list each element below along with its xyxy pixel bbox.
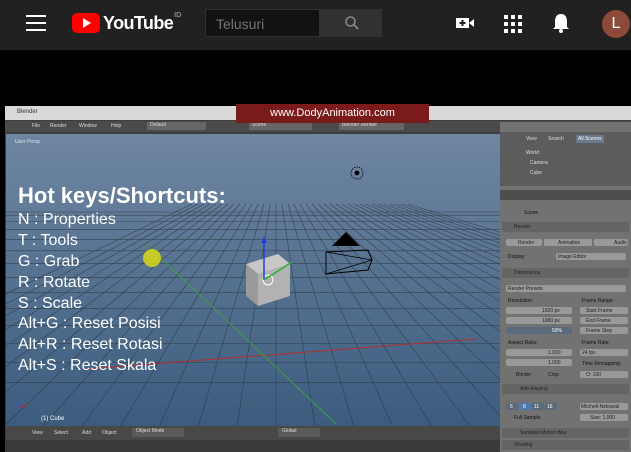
lamp-object[interactable]	[349, 165, 365, 181]
apps-icon[interactable]	[504, 15, 522, 33]
render-presets-select[interactable]: Render Presets	[506, 285, 626, 292]
grid-line	[371, 203, 500, 259]
animation-button[interactable]: Animation	[544, 239, 592, 246]
notifications-icon[interactable]	[552, 12, 570, 34]
end-frame-field[interactable]: End Frame	[580, 317, 628, 324]
display-label: Display:	[508, 254, 526, 260]
object-menu[interactable]: Object	[102, 430, 116, 436]
filter-size-field[interactable]: Size: 1.000	[580, 414, 628, 421]
axis-indicator-icon	[18, 398, 29, 409]
engine-select[interactable]: Blender Render	[339, 122, 404, 130]
view-menu[interactable]: View	[32, 430, 43, 436]
time-remapping-label: Time Remapping:	[582, 361, 622, 367]
menu-help[interactable]: Help	[111, 123, 121, 129]
youtube-logo-text: YouTube	[103, 12, 174, 33]
aspect-ratio-label: Aspect Ratio:	[508, 340, 538, 346]
resolution-x-field[interactable]: 1920 px	[506, 307, 572, 314]
shading-section[interactable]: Shading	[502, 440, 629, 450]
render-button[interactable]: Render	[506, 239, 542, 246]
cursor-highlight	[143, 249, 161, 267]
full-sample-checkbox[interactable]: Full Sample	[514, 415, 540, 421]
mode-select[interactable]: Object Mode	[132, 428, 184, 437]
scene-select[interactable]: Scene	[249, 122, 312, 130]
hotkey-line: G : Grab	[18, 253, 80, 270]
border-checkbox[interactable]: Border	[516, 372, 531, 378]
timeline-bar	[6, 440, 500, 452]
hotkey-line: N : Properties	[18, 211, 116, 228]
hotkey-line: Alt+S : Reset Skala	[18, 357, 157, 374]
aa-sample-8[interactable]: 8	[519, 403, 531, 410]
hotkey-line: Alt+G : Reset Posisi	[18, 315, 161, 332]
filter-select[interactable]: Mitchell-Netravali	[580, 403, 628, 410]
hotkey-line: T : Tools	[18, 232, 78, 249]
aa-sample-5[interactable]: 5	[506, 403, 518, 410]
hotkey-line: Alt+R : Reset Rotasi	[18, 336, 163, 353]
menu-icon[interactable]	[26, 15, 46, 31]
avatar[interactable]: L	[602, 10, 630, 38]
outliner: View Search All Scenes World Camera Cube	[500, 132, 631, 186]
viewport-label: User Persp	[15, 139, 41, 145]
menu-render[interactable]: Render	[50, 123, 66, 129]
menu-file[interactable]: File	[32, 123, 40, 129]
frame-rate-label: Frame Rate:	[582, 340, 610, 346]
youtube-play-icon	[72, 13, 100, 33]
resolution-percent-field[interactable]: 50%	[506, 327, 572, 334]
country-code: ID	[174, 11, 182, 19]
resolution-y-field[interactable]: 1080 px	[506, 317, 572, 324]
crop-checkbox[interactable]: Crop	[548, 372, 559, 378]
properties-editor: View Search All Scenes World Camera Cube…	[500, 122, 631, 452]
search-box[interactable]	[205, 9, 320, 38]
render-section[interactable]: Render	[502, 222, 629, 232]
aspect-x-field[interactable]: 1.000	[506, 349, 572, 356]
outliner-tab-view[interactable]: View	[526, 136, 537, 142]
frame-range-label: Frame Range:	[582, 298, 614, 304]
properties-tabs[interactable]	[500, 190, 631, 200]
display-select[interactable]: Image Editor	[556, 253, 626, 260]
aa-sample-11[interactable]: 11	[532, 403, 544, 410]
time-remap-old-field[interactable]: O: 100	[580, 371, 628, 378]
start-frame-field[interactable]: Start Frame	[580, 307, 628, 314]
outliner-item[interactable]: Cube	[530, 170, 542, 176]
layout-select[interactable]: Default	[147, 122, 206, 130]
hotkey-line: R : Rotate	[18, 274, 91, 291]
menu-window[interactable]: Window	[79, 123, 97, 129]
camera-object[interactable]	[320, 230, 380, 275]
object-label: (1) Cube	[41, 416, 65, 422]
search-icon	[345, 16, 359, 30]
viewport-header-bar: View Select Add Object Object Mode Globa…	[6, 426, 500, 440]
transform-gizmo[interactable]	[242, 234, 302, 284]
blender-window-title: Blender	[17, 109, 38, 115]
anti-aliasing-section[interactable]: Anti-Aliasing	[502, 384, 629, 394]
grid-line	[383, 203, 500, 248]
outliner-tab-all-scenes[interactable]: All Scenes	[576, 135, 604, 143]
search-button[interactable]	[320, 9, 382, 37]
youtube-logo[interactable]: YouTube ID	[72, 11, 181, 35]
select-menu[interactable]: Select	[54, 430, 68, 436]
sampled-motion-blur-section[interactable]: Sampled Motion Blur	[502, 428, 629, 438]
youtube-header: YouTube ID L	[0, 0, 631, 50]
watermark-banner: www.DodyAnimation.com	[236, 104, 429, 123]
resolution-label: Resolution:	[508, 298, 534, 304]
aa-sample-16[interactable]: 16	[545, 403, 557, 410]
audio-button[interactable]: Audio	[594, 239, 628, 246]
add-menu[interactable]: Add	[82, 430, 91, 436]
orientation-select[interactable]: Global	[278, 428, 320, 437]
outliner-item[interactable]: Camera	[530, 160, 548, 166]
scene-label: Scene	[524, 210, 539, 216]
grid-line	[407, 203, 500, 233]
hotkeys-title: Hot keys/Shortcuts:	[18, 183, 226, 208]
outliner-item[interactable]: World	[526, 150, 539, 156]
frame-step-field[interactable]: Frame Step	[580, 327, 628, 334]
search-input[interactable]	[206, 10, 318, 38]
dimensions-section[interactable]: Dimensions	[502, 268, 629, 278]
aspect-y-field[interactable]: 1.000	[506, 359, 572, 366]
hotkey-line: S : Scale	[18, 295, 83, 312]
fps-select[interactable]: 24 fps	[580, 349, 628, 356]
create-video-icon[interactable]	[455, 13, 475, 33]
outliner-tab-search[interactable]: Search	[548, 136, 564, 142]
